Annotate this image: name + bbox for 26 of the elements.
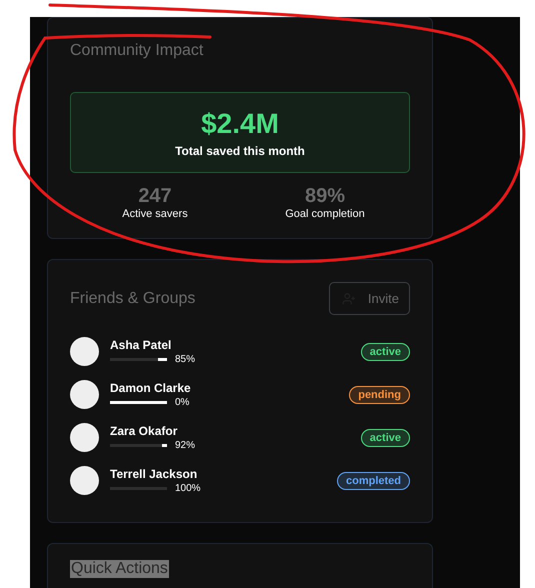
progress-percent: 0% <box>175 397 190 408</box>
stat-value: 89% <box>304 185 346 208</box>
stat-value: 247 <box>138 185 172 208</box>
status-badge: completed <box>336 472 410 490</box>
card-title: Community Impact <box>70 42 204 60</box>
status-badge: active <box>360 428 410 446</box>
member-name: Asha Patel <box>110 338 172 352</box>
stat-label: Active savers <box>122 208 188 220</box>
member-name: Zara Okafor <box>110 424 178 438</box>
avatar <box>70 466 99 495</box>
member-name: Terrell Jackson <box>110 467 198 481</box>
card-title: Friends & Groups <box>70 290 196 308</box>
total-label: Total saved this month <box>175 144 305 158</box>
avatar <box>70 337 99 366</box>
card-title: Quick Actions <box>70 560 169 578</box>
member-name: Damon Clarke <box>110 381 192 395</box>
avatar <box>70 380 99 409</box>
avatar <box>70 423 99 452</box>
invite-button[interactable]: Invite <box>328 282 410 315</box>
progress-percent: 85% <box>175 354 196 365</box>
progress-percent: 92% <box>175 440 196 451</box>
total-amount: $2.4M <box>201 108 279 140</box>
progress-percent: 100% <box>175 483 201 494</box>
status-badge: pending <box>349 386 410 404</box>
stat-label: Goal completion <box>285 208 365 220</box>
status-badge: active <box>360 342 410 360</box>
